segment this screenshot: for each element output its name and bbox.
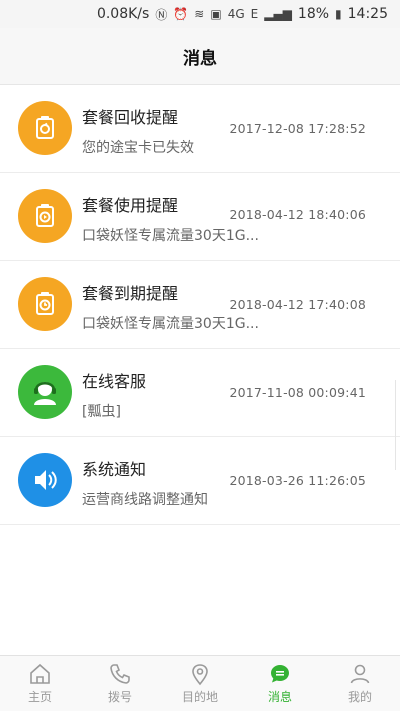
package-recycle-icon xyxy=(18,101,72,155)
message-preview: 口袋妖怪专属流量30天1G... xyxy=(82,228,259,244)
message-item-customer-service[interactable]: 在线客服 [瓢虫] 2017-11-08 00:09:41 xyxy=(0,349,400,437)
message-preview: 您的途宝卡已失效 xyxy=(82,140,194,156)
network-type-e: E xyxy=(250,7,259,21)
message-icon xyxy=(271,665,289,683)
tab-label: 拨号 xyxy=(107,690,132,704)
message-title: 套餐回收提醒 xyxy=(82,108,179,127)
message-item-system-notice[interactable]: 系统通知 运营商线路调整通知 2018-03-26 11:26:05 xyxy=(0,437,400,525)
tab-label: 我的 xyxy=(347,690,372,704)
status-bar: 0.08K/s Ⓝ ⏰ ≋ ▣ 4G E ▂▄▆ 18% ▮ 14:25 xyxy=(0,0,400,28)
tab-label: 消息 xyxy=(267,690,292,704)
message-time: 2017-11-08 00:09:41 xyxy=(229,385,366,400)
message-title: 在线客服 xyxy=(82,372,147,391)
message-preview: 口袋妖怪专属流量30天1G... xyxy=(82,316,259,332)
package-usage-icon xyxy=(18,189,72,243)
battery-percent: 18% xyxy=(297,6,330,22)
tab-messages[interactable]: 消息 xyxy=(240,656,320,711)
alarm-icon: ⏰ xyxy=(173,7,189,21)
message-item-package-usage[interactable]: 套餐使用提醒 口袋妖怪专属流量30天1G... 2018-04-12 18:40… xyxy=(0,173,400,261)
nfc-icon: Ⓝ xyxy=(155,7,168,22)
home-icon xyxy=(30,663,50,684)
sim-icon: ▣ xyxy=(210,7,222,21)
message-item-package-expire[interactable]: 套餐到期提醒 口袋妖怪专属流量30天1G... 2018-04-12 17:40… xyxy=(0,261,400,349)
tab-destination[interactable]: 目的地 xyxy=(160,656,240,711)
bottom-tab-bar: 主页 拨号 目的地 消息 我的 xyxy=(0,655,400,711)
phone-icon xyxy=(110,664,130,684)
wifi-icon: ≋ xyxy=(194,7,205,21)
message-preview: [瓢虫] xyxy=(82,404,121,420)
battery-icon: ▮ xyxy=(335,7,342,21)
message-title: 系统通知 xyxy=(82,460,147,479)
tab-dial[interactable]: 拨号 xyxy=(80,656,160,711)
header-bar: 消息 xyxy=(0,28,400,85)
clock: 14:25 xyxy=(347,6,388,22)
network-speed: 0.08K/s xyxy=(96,6,150,22)
message-time: 2018-04-12 17:40:08 xyxy=(229,297,366,312)
message-time: 2018-03-26 11:26:05 xyxy=(229,473,366,488)
tab-profile[interactable]: 我的 xyxy=(320,656,400,711)
tab-home[interactable]: 主页 xyxy=(0,656,80,711)
message-title: 套餐到期提醒 xyxy=(82,284,179,303)
customer-service-icon xyxy=(18,365,72,419)
message-title: 套餐使用提醒 xyxy=(82,196,179,215)
package-expire-icon xyxy=(18,277,72,331)
location-pin-icon xyxy=(192,664,208,686)
page-title: 消息 xyxy=(183,48,217,69)
network-type-4g: 4G xyxy=(227,7,245,21)
message-time: 2017-12-08 17:28:52 xyxy=(229,121,366,136)
scroll-indicator xyxy=(395,380,400,470)
message-list: 套餐回收提醒 您的途宝卡已失效 2017-12-08 17:28:52 套餐使用… xyxy=(0,85,400,525)
message-item-package-recycle[interactable]: 套餐回收提醒 您的途宝卡已失效 2017-12-08 17:28:52 xyxy=(0,85,400,173)
speaker-icon xyxy=(18,453,72,507)
signal-icon: ▂▄▆ xyxy=(264,7,292,21)
profile-icon xyxy=(350,664,370,684)
message-time: 2018-04-12 18:40:06 xyxy=(229,207,366,222)
tab-label: 主页 xyxy=(27,690,52,704)
message-preview: 运营商线路调整通知 xyxy=(82,492,208,508)
tab-label: 目的地 xyxy=(181,690,218,704)
